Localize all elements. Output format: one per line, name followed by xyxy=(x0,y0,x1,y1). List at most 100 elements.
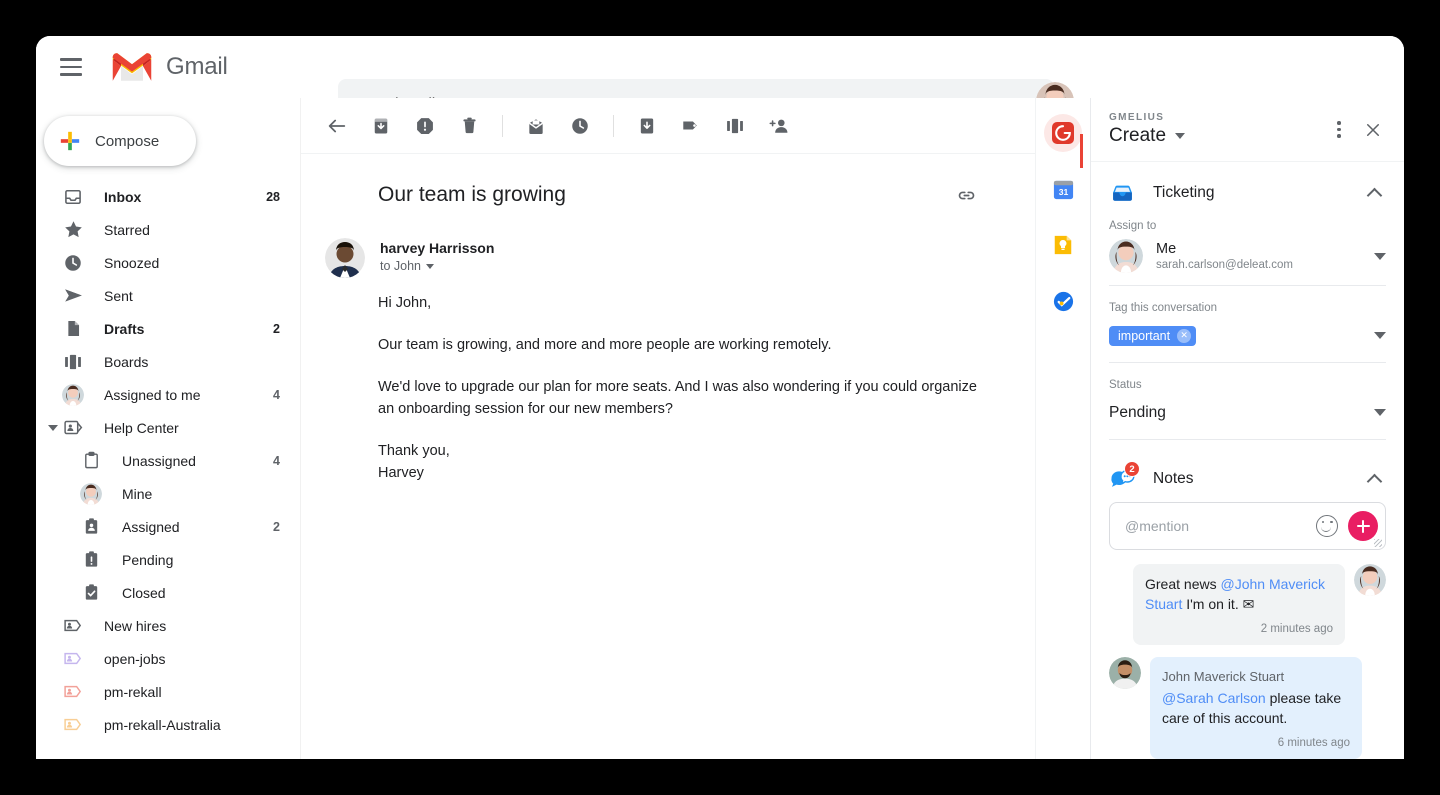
mail-paragraph: Our team is growing, and more and more p… xyxy=(378,337,832,353)
sidebar-item-inbox[interactable]: Inbox 28 xyxy=(36,180,290,213)
gmelius-icon[interactable] xyxy=(1044,114,1083,168)
mention-link[interactable]: @John Maverick Stuart xyxy=(1145,576,1325,612)
resize-handle[interactable] xyxy=(1374,539,1382,547)
status-badge[interactable]: important ✕ xyxy=(1109,325,1197,346)
tasks-icon[interactable] xyxy=(1044,282,1082,320)
sidebar-item-pm-rekall[interactable]: pm-rekall xyxy=(36,675,290,708)
assignee-info: Me sarah.carlson@deleat.com xyxy=(1156,241,1366,271)
move-to-icon[interactable] xyxy=(627,106,667,146)
sidebar-item-label: Inbox xyxy=(104,188,142,205)
sender-avatar[interactable] xyxy=(325,238,365,278)
tag-person-icon xyxy=(62,417,84,439)
note-item: Great news @John Maverick Stuart I'm on … xyxy=(1109,564,1386,645)
ticket-inbox-glyph xyxy=(1112,185,1132,201)
sidebar-item-open-jobs[interactable]: open-jobs xyxy=(36,642,290,675)
close-icon[interactable] xyxy=(1356,113,1390,147)
mark-unread-icon[interactable] xyxy=(516,106,556,146)
ticketing-title: Ticketing xyxy=(1153,184,1215,201)
notes-section-header[interactable]: 2 Notes xyxy=(1091,440,1404,502)
sidebar-item-unassigned[interactable]: Unassigned 4 xyxy=(36,444,290,477)
note-text: Great news @John Maverick Stuart I'm on … xyxy=(1145,576,1325,612)
label-icon-orange xyxy=(62,714,84,736)
emoji-icon[interactable] xyxy=(1316,515,1338,537)
back-arrow-icon[interactable] xyxy=(317,106,357,146)
sender-avatar-image xyxy=(325,238,365,278)
sidebar-item-starred[interactable]: Starred xyxy=(36,213,290,246)
status-field: Status Pending xyxy=(1091,379,1404,440)
boards-icon xyxy=(62,351,84,373)
clock-icon xyxy=(62,252,84,274)
hamburger-icon[interactable] xyxy=(48,44,94,90)
note-timestamp: 6 minutes ago xyxy=(1277,737,1350,749)
assign-to-field: Assign to Me sarah.carlson@deleat.com xyxy=(1091,220,1404,286)
calendar-icon[interactable]: 31 xyxy=(1044,170,1082,208)
sidebar-item-label: pm-rekall-Australia xyxy=(104,716,221,733)
sidebar-item-label: Mine xyxy=(122,485,153,502)
link-icon[interactable] xyxy=(949,178,983,212)
notes-count-badge: 2 xyxy=(1124,461,1140,477)
delete-icon[interactable] xyxy=(449,106,489,146)
archive-icon[interactable] xyxy=(361,106,401,146)
more-vertical-icon[interactable] xyxy=(1322,113,1356,147)
sidebar-item-closed[interactable]: Closed xyxy=(36,576,290,609)
ticketing-section-header[interactable]: Ticketing xyxy=(1091,162,1404,216)
note-input[interactable] xyxy=(1125,518,1316,534)
sender-meta: harvey Harrisson to John xyxy=(380,238,494,278)
sidebar-item-help-center[interactable]: Help Center xyxy=(36,411,290,444)
svg-text:31: 31 xyxy=(1058,186,1068,196)
sidebar-item-assigned-to-me[interactable]: Assigned to me 4 xyxy=(36,378,290,411)
add-note-icon[interactable] xyxy=(1348,511,1378,541)
tag-select[interactable]: important ✕ xyxy=(1109,321,1386,363)
note-composer xyxy=(1109,502,1386,550)
snooze-icon[interactable] xyxy=(560,106,600,146)
sidebar-item-count: 2 xyxy=(273,519,280,534)
status-select[interactable]: Pending xyxy=(1109,398,1386,440)
sidebar-item-label: Sent xyxy=(104,287,133,304)
compose-label: Compose xyxy=(95,132,160,150)
clipboard-person-icon xyxy=(80,516,102,538)
sidebar-item-sent[interactable]: Sent xyxy=(36,279,290,312)
gmelius-scroll-area[interactable]: Ticketing Assign to Me sarah.carlson@del… xyxy=(1091,162,1404,759)
labels-icon[interactable] xyxy=(671,106,711,146)
sidebar-item-drafts[interactable]: Drafts 2 xyxy=(36,312,290,345)
avatar-icon xyxy=(80,482,102,505)
chevron-down-icon[interactable] xyxy=(48,424,58,431)
sender-row: harvey Harrisson to John xyxy=(323,238,1013,278)
boards-icon[interactable] xyxy=(715,106,755,146)
mention-link[interactable]: @Sarah Carlson xyxy=(1162,690,1266,706)
gmelius-mode-selector[interactable]: Create xyxy=(1109,125,1322,147)
note-avatar xyxy=(1109,657,1141,689)
sidebar-item-assigned[interactable]: Assigned 2 xyxy=(36,510,290,543)
chevron-down-icon xyxy=(1374,252,1386,260)
assign-icon[interactable] xyxy=(759,106,799,146)
sidebar-item-label: Starred xyxy=(104,221,150,238)
sidebar-item-new-hires[interactable]: New hires xyxy=(36,609,290,642)
remove-tag-icon[interactable]: ✕ xyxy=(1177,328,1192,343)
tag-label: Tag this conversation xyxy=(1109,302,1218,314)
sidebar-item-pm-rekall-australia[interactable]: pm-rekall-Australia xyxy=(36,708,290,741)
mail-toolbar xyxy=(301,98,1035,154)
toolbar-divider xyxy=(613,114,614,137)
mail-paragraph: Hi John, xyxy=(378,295,432,311)
recipient-toggle[interactable]: to John xyxy=(380,259,494,273)
sidebar-item-boards[interactable]: Boards xyxy=(36,345,290,378)
mail-pane: Our team is growing harvey Harrisson to … xyxy=(300,98,1035,759)
chevron-up-icon[interactable] xyxy=(1366,187,1383,203)
sidebar-item-mine[interactable]: Mine xyxy=(36,477,290,510)
mail-paragraph: We'd love to upgrade our plan for more s… xyxy=(378,379,977,417)
sender-name: harvey Harrisson xyxy=(380,240,495,256)
mail-paragraph: Thank you, Harvey xyxy=(378,443,450,481)
sidebar-item-snoozed[interactable]: Snoozed xyxy=(36,246,290,279)
sidebar-item-pending[interactable]: Pending xyxy=(36,543,290,576)
inbox-icon xyxy=(62,186,84,208)
assign-to-select[interactable]: Me sarah.carlson@deleat.com xyxy=(1109,239,1386,286)
tag-field: Tag this conversation important ✕ xyxy=(1091,302,1404,363)
assignee-avatar-image xyxy=(1109,239,1143,273)
report-spam-icon[interactable] xyxy=(405,106,445,146)
compose-button[interactable]: Compose xyxy=(44,116,196,166)
keep-icon[interactable] xyxy=(1044,226,1082,264)
sidebar-item-count: 4 xyxy=(273,453,280,468)
sidebar-item-label: Assigned to me xyxy=(104,386,201,403)
chevron-up-icon[interactable] xyxy=(1366,473,1383,489)
label-icon-red xyxy=(62,681,84,703)
